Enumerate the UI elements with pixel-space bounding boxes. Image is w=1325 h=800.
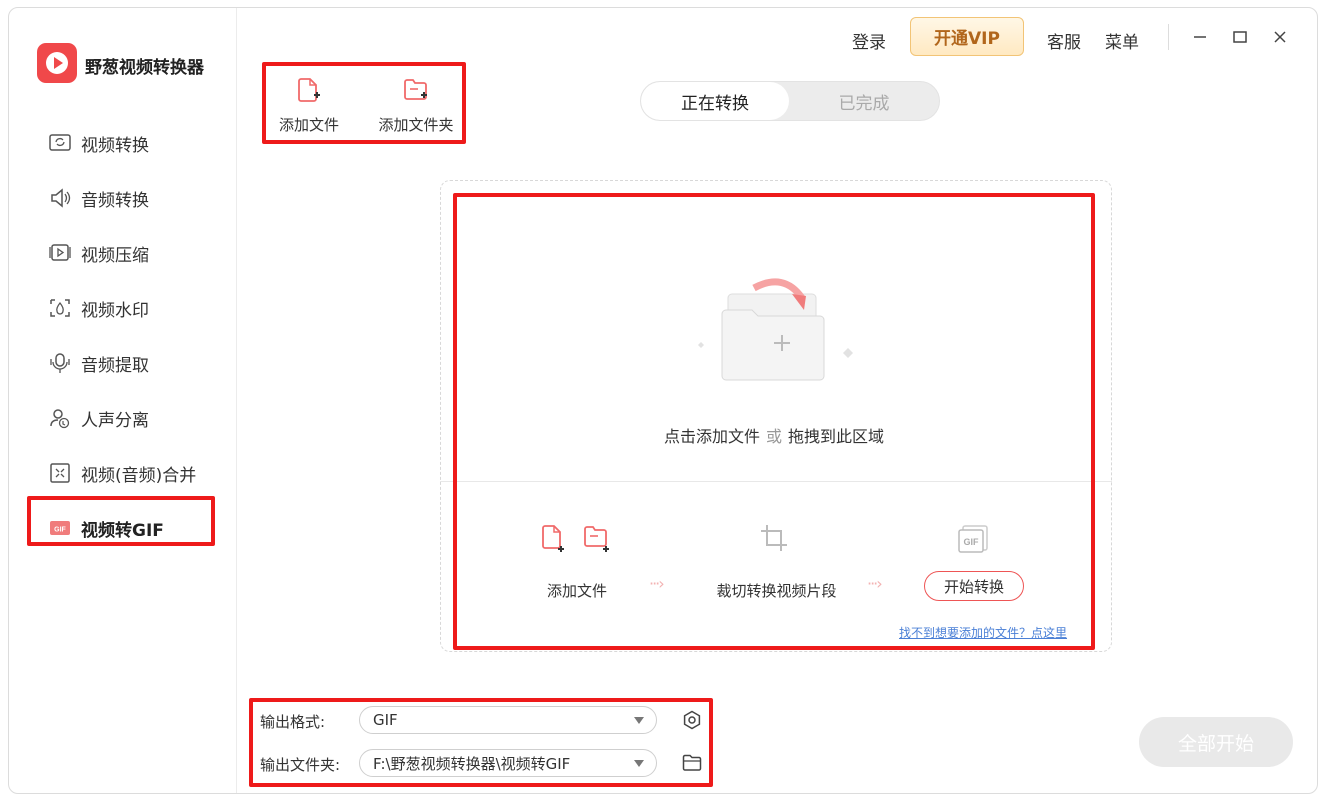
- sidebar-item-video-compress[interactable]: 视频压缩: [47, 238, 149, 268]
- merge-icon: [47, 460, 73, 486]
- sidebar-item-label: 音频提取: [81, 355, 149, 376]
- tab-converting[interactable]: 正在转换: [641, 82, 789, 120]
- app-window: 野葱视频转换器 视频转换 音频转换 视频压缩 视频水印 音频提取 人声分离 视频…: [8, 7, 1318, 794]
- sidebar-item-video-convert[interactable]: 视频转换: [47, 128, 149, 158]
- app-title: 野葱视频转换器: [85, 58, 204, 78]
- sidebar-item-label: 音频转换: [81, 190, 149, 211]
- sidebar: 野葱视频转换器 视频转换 音频转换 视频压缩 视频水印 音频提取 人声分离 视频…: [9, 8, 237, 793]
- sidebar-item-label: 视频(音频)合并: [81, 465, 197, 486]
- add-file-button[interactable]: 添加文件: [264, 76, 354, 135]
- tab-done[interactable]: 已完成: [789, 82, 939, 120]
- dropzone-highlight: [453, 193, 1095, 650]
- active-item-highlight: [27, 496, 215, 546]
- sidebar-item-label: 视频压缩: [81, 245, 149, 266]
- sidebar-item-video-watermark[interactable]: 视频水印: [47, 293, 149, 323]
- service-link[interactable]: 客服: [1047, 28, 1081, 53]
- topbar-divider: [1168, 24, 1169, 50]
- add-folder-icon: [402, 76, 430, 108]
- sidebar-item-audio-convert[interactable]: 音频转换: [47, 183, 149, 213]
- play-logo-icon: [37, 43, 77, 83]
- add-folder-button[interactable]: 添加文件夹: [371, 76, 461, 135]
- output-settings-highlight: [249, 698, 713, 787]
- login-link[interactable]: 登录: [852, 28, 886, 53]
- video-compress-icon: [47, 240, 73, 266]
- vocal-separate-icon: [47, 405, 73, 431]
- sidebar-item-label: 人声分离: [81, 410, 149, 431]
- sidebar-item-label: 视频水印: [81, 300, 149, 321]
- add-file-icon: [295, 76, 323, 108]
- add-folder-label: 添加文件夹: [378, 116, 454, 134]
- sidebar-item-label: 视频转换: [81, 135, 149, 156]
- add-toolbar: 添加文件 添加文件夹: [262, 62, 466, 144]
- menu-link[interactable]: 菜单: [1105, 28, 1139, 53]
- add-file-label: 添加文件: [278, 116, 339, 134]
- maximize-icon[interactable]: [1229, 26, 1251, 48]
- video-convert-icon: [47, 130, 73, 156]
- vip-button[interactable]: 开通VIP: [910, 17, 1024, 56]
- close-icon[interactable]: [1269, 26, 1291, 48]
- start-all-button[interactable]: 全部开始: [1139, 717, 1293, 767]
- minimize-icon[interactable]: [1189, 26, 1211, 48]
- video-watermark-icon: [47, 295, 73, 321]
- audio-extract-icon: [47, 350, 73, 376]
- status-tabs: 正在转换 已完成: [640, 81, 940, 121]
- sidebar-item-audio-extract[interactable]: 音频提取: [47, 348, 149, 378]
- sidebar-item-vocal-separate[interactable]: 人声分离: [47, 403, 149, 433]
- audio-convert-icon: [47, 185, 73, 211]
- sidebar-item-merge[interactable]: 视频(音频)合并: [47, 458, 196, 488]
